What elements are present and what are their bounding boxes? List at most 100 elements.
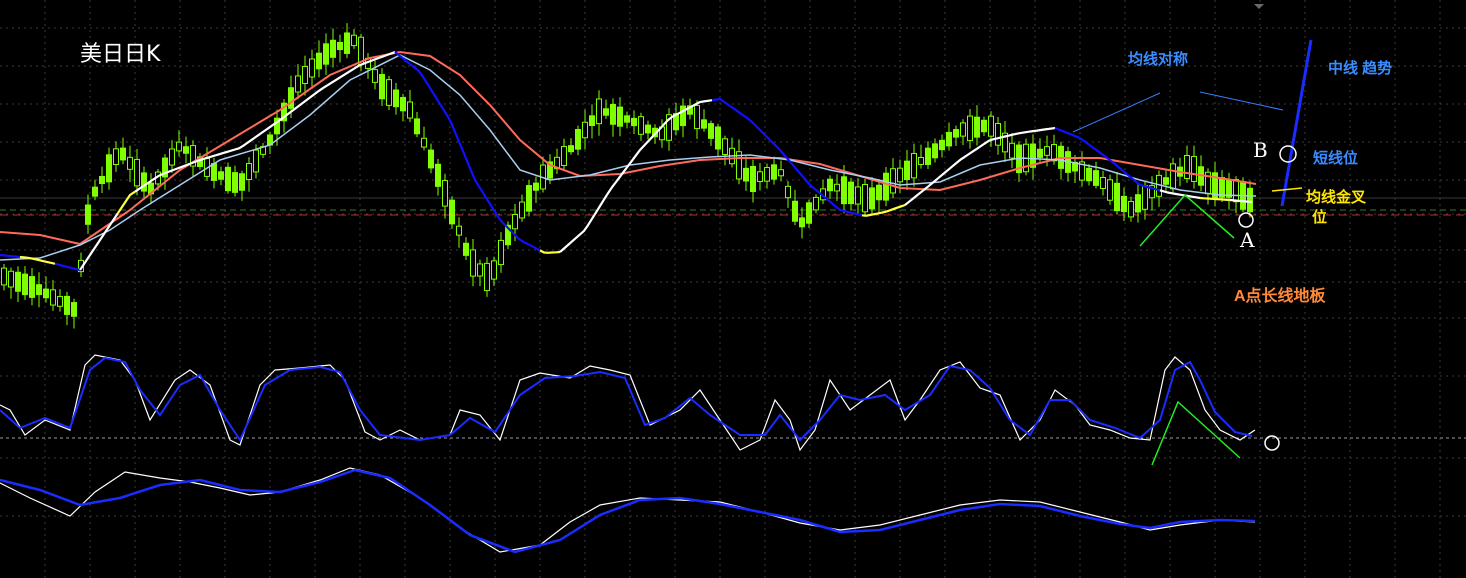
mid-trend-line — [1280, 39, 1313, 207]
candle-body — [631, 117, 637, 127]
oscillator-1-slow-line — [0, 356, 1253, 443]
candle-body — [1093, 170, 1099, 186]
ma-mid-segment — [539, 249, 561, 254]
candle-body — [29, 276, 35, 298]
candle-body — [351, 34, 357, 47]
candle-body — [393, 89, 399, 108]
candle-body — [57, 296, 63, 307]
candle-body — [106, 154, 112, 183]
candle-body — [225, 166, 231, 192]
candle-body — [582, 121, 588, 139]
candle-body — [400, 97, 406, 112]
candle-body — [337, 41, 343, 51]
candle-body — [344, 32, 350, 54]
candle-body — [596, 98, 602, 125]
candle-body — [456, 225, 462, 236]
short-cross-v-marker — [1139, 193, 1235, 247]
candle-body — [610, 103, 616, 125]
candle-body — [918, 157, 924, 165]
annotation-short-pos: 短线位 — [1313, 150, 1359, 167]
candle-body — [302, 66, 308, 84]
candle-body — [491, 260, 497, 280]
candle-body — [624, 115, 630, 123]
candle-body — [316, 52, 322, 70]
symmetry-pointer-left — [1072, 92, 1161, 133]
candle-body — [519, 201, 525, 219]
candle-body — [246, 163, 252, 180]
candle-body — [239, 173, 245, 191]
candle-series — [1, 23, 1253, 329]
candle-body — [1233, 179, 1239, 203]
candle-body — [953, 129, 959, 138]
candle-body — [1184, 155, 1190, 179]
candle-body — [1142, 185, 1148, 210]
candle-body — [379, 74, 385, 100]
candle-body — [127, 156, 133, 170]
candle-body — [113, 148, 119, 165]
oscillator-panel-1 — [0, 354, 1256, 452]
candle-body — [715, 126, 721, 150]
candle-body — [799, 217, 805, 228]
candle-body — [974, 116, 980, 138]
candle-body — [323, 43, 329, 65]
candle-body — [15, 271, 21, 292]
oscillator-panel-2 — [0, 467, 1256, 554]
candle-body — [862, 183, 868, 213]
candle-body — [435, 163, 441, 187]
candle-body — [330, 39, 336, 58]
point-a-marker — [1238, 212, 1254, 228]
candle-body — [71, 302, 77, 317]
candle-body — [421, 137, 427, 148]
candle-body — [141, 172, 147, 192]
candle-body — [883, 172, 889, 201]
chart-title: 美日日K — [80, 42, 161, 67]
candle-body — [183, 146, 189, 154]
candle-body — [603, 108, 609, 116]
candle-body — [806, 202, 812, 224]
candle-body — [995, 122, 1001, 146]
golden-cross-pointer — [1271, 187, 1303, 192]
candle-body — [176, 141, 182, 152]
candle-body — [169, 148, 175, 166]
candle-body — [512, 214, 518, 230]
label-a: A — [1240, 228, 1255, 252]
candle-body — [876, 184, 882, 201]
label-b: B — [1253, 138, 1268, 162]
candle-body — [568, 145, 574, 153]
oscillator-1-fast-line — [0, 354, 1256, 452]
candle-body — [708, 123, 714, 139]
symmetry-pointer-right — [1199, 91, 1284, 111]
candle-body — [764, 167, 770, 182]
candle-body — [813, 196, 819, 211]
candle-body — [1121, 195, 1127, 213]
candle-body — [253, 149, 259, 173]
annotation-golden-cross-2: 位 — [1312, 209, 1328, 226]
candle-body — [827, 178, 833, 192]
candle-body — [526, 185, 532, 212]
oscillator-2-slow-line — [0, 468, 1256, 554]
candle-body — [988, 115, 994, 137]
candle-body — [757, 171, 763, 183]
candle-body — [449, 199, 455, 225]
candle-body — [8, 270, 14, 288]
candle-body — [407, 101, 413, 119]
candle-body — [99, 175, 105, 185]
annotation-floor: A点长线地板 — [1234, 288, 1326, 305]
candle-body — [855, 186, 861, 205]
candle-body — [1128, 200, 1134, 218]
candle-body — [484, 262, 490, 292]
candle-body — [372, 69, 378, 83]
candle-body — [1107, 179, 1113, 201]
candle-body — [463, 242, 469, 256]
candle-body — [834, 183, 840, 192]
candle-body — [22, 273, 28, 296]
candle-body — [869, 187, 875, 210]
candle-body — [561, 146, 567, 166]
candle-body — [722, 138, 728, 156]
candle-body — [890, 168, 896, 194]
candle-body — [617, 106, 623, 127]
candle-body — [1114, 182, 1120, 212]
candle-body — [1044, 146, 1050, 156]
candle-body — [50, 289, 56, 306]
candle-body — [64, 295, 70, 315]
